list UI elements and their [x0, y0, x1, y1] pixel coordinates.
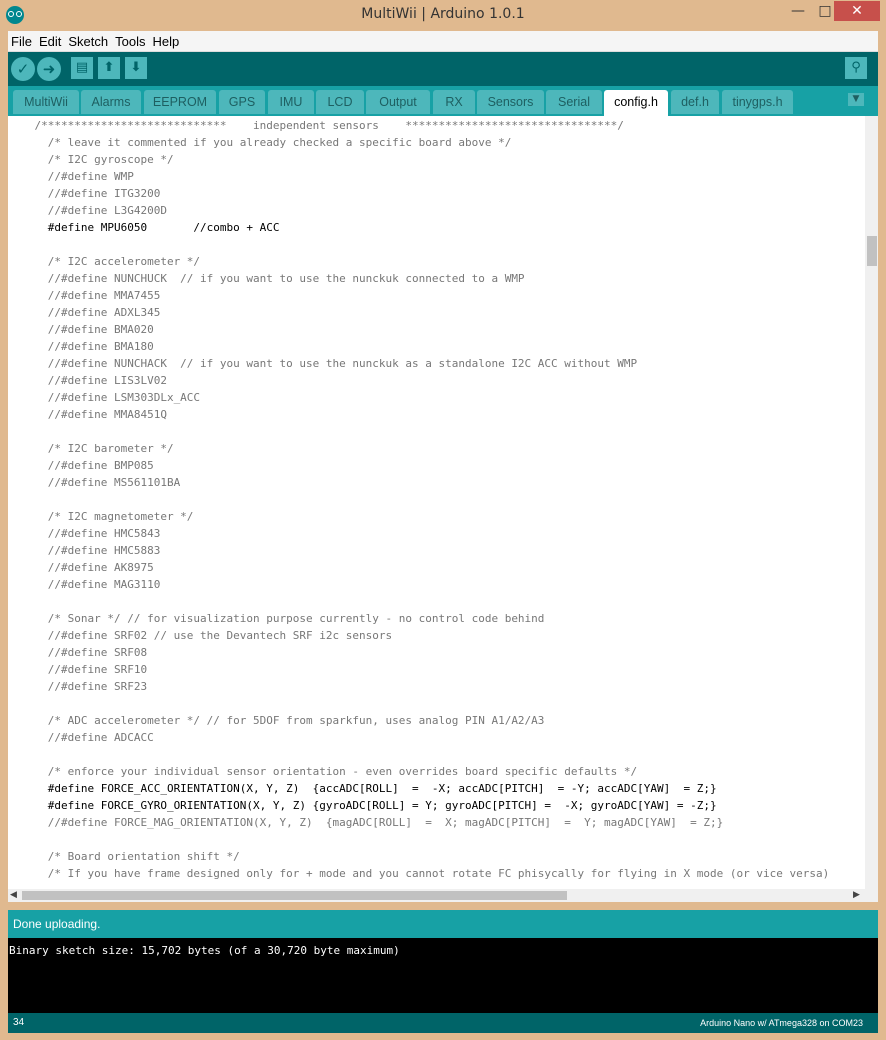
status-message: Done uploading. — [13, 917, 101, 931]
tab-bar: MultiWii Alarms EEPROM GPS IMU LCD Outpu… — [8, 86, 878, 116]
horizontal-scrollbar[interactable]: ◀ ▶ — [8, 889, 878, 902]
vertical-scroll-thumb[interactable] — [867, 236, 877, 266]
code-line: //#define BMP085 — [8, 459, 154, 472]
tab-eeprom[interactable]: EEPROM — [144, 90, 216, 114]
arrow-right-icon: ➜ — [42, 60, 56, 78]
minimize-button[interactable]: — — [791, 1, 805, 21]
save-button[interactable]: ⬇ — [125, 57, 147, 79]
menu-help[interactable]: Help — [149, 32, 183, 49]
code-line: //#define SRF23 — [8, 680, 148, 693]
code-line: //#define LSM303DLx_ACC — [8, 391, 201, 404]
code-line: //#define WMP — [8, 170, 134, 183]
code-line: /* I2C barometer */ — [8, 442, 174, 455]
vertical-scrollbar[interactable] — [865, 116, 878, 889]
code-line: //#define LIS3LV02 — [8, 374, 167, 387]
console-text: Binary sketch size: 15,702 bytes (of a 3… — [9, 944, 400, 957]
save-arrow-down-icon: ⬇ — [130, 60, 142, 75]
code-line: /* ADC accelerometer */ // for 5DOF from… — [8, 714, 545, 727]
code-line: //#define BMA020 — [8, 323, 154, 336]
scroll-left-icon[interactable]: ◀ — [10, 890, 17, 900]
tab-alarms[interactable]: Alarms — [81, 90, 141, 114]
code-line: #define FORCE_ACC_ORIENTATION(X, Y, Z) {… — [8, 782, 717, 795]
code-line: //#define MS561101BA — [8, 476, 181, 489]
open-arrow-up-icon: ⬆ — [103, 60, 115, 75]
code-line: //#define HMC5843 — [8, 527, 161, 540]
code-line: /* leave it commented if you already che… — [8, 136, 512, 149]
status-bar: Done uploading. — [8, 910, 878, 938]
title-bar: MultiWii | Arduino 1.0.1 — □ ✕ — [0, 0, 886, 31]
code-line: /* I2C accelerometer */ — [8, 255, 201, 268]
menu-sketch[interactable]: Sketch — [65, 32, 112, 49]
new-button[interactable]: ▤ — [71, 57, 93, 79]
verify-button[interactable]: ✓ — [11, 57, 35, 81]
code-line: //#define SRF02 // use the Devantech SRF… — [8, 629, 393, 642]
upload-button[interactable]: ➜ — [37, 57, 61, 81]
tab-output[interactable]: Output — [366, 90, 430, 114]
code-line: //#define HMC5883 — [8, 544, 161, 557]
close-button[interactable]: ✕ — [834, 1, 880, 21]
code-line: /* I2C gyroscope */ — [8, 153, 174, 166]
code-line: //#define AK8975 — [8, 561, 154, 574]
menu-tools[interactable]: Tools — [112, 32, 149, 49]
menu-bar: File Edit Sketch Tools Help — [8, 31, 878, 52]
serial-monitor-icon: ⚲ — [851, 60, 861, 75]
code-line: //#define ADXL345 — [8, 306, 161, 319]
code-line: /* Sonar */ // for visualization purpose… — [8, 612, 545, 625]
maximize-button[interactable]: □ — [818, 1, 832, 21]
code-line: //#define MMA7455 — [8, 289, 161, 302]
code-line: //#define MAG3110 — [8, 578, 161, 591]
code-line: /* If you have frame designed only for +… — [8, 867, 830, 880]
menu-file[interactable]: File — [8, 32, 36, 49]
code-line: #define FORCE_GYRO_ORIENTATION(X, Y, Z) … — [8, 799, 717, 812]
tab-lcd[interactable]: LCD — [316, 90, 364, 114]
board-info: Arduino Nano w/ ATmega328 on COM23 — [700, 1018, 863, 1028]
chevron-down-icon: ▼ — [852, 94, 860, 104]
tab-config-h[interactable]: config.h — [604, 90, 668, 116]
code-line: //#define SRF08 — [8, 646, 148, 659]
code-line: //#define L3G4200D — [8, 204, 167, 217]
new-document-icon: ▤ — [75, 60, 89, 75]
scroll-right-icon[interactable]: ▶ — [853, 890, 860, 900]
tab-serial[interactable]: Serial — [546, 90, 602, 114]
code-line: //#define FORCE_MAG_ORIENTATION(X, Y, Z)… — [8, 816, 724, 829]
footer-bar: 34 Arduino Nano w/ ATmega328 on COM23 — [8, 1013, 878, 1033]
tab-tinygps-h[interactable]: tinygps.h — [722, 90, 793, 114]
code-line: //#define ADCACC — [8, 731, 154, 744]
arduino-ide-window: MultiWii | Arduino 1.0.1 — □ ✕ File Edit S… — [0, 0, 886, 1040]
code-line: /* Board orientation shift */ — [8, 850, 240, 863]
code-line: //#define SRF10 — [8, 663, 148, 676]
toolbar: ✓ ➜ ▤ ⬆ ⬇ ⚲ — [8, 52, 878, 86]
tab-multiwii[interactable]: MultiWii — [13, 90, 79, 114]
code-line: /* I2C magnetometer */ — [8, 510, 194, 523]
code-line: //#define BMA180 — [8, 340, 154, 353]
tab-imu[interactable]: IMU — [268, 90, 314, 114]
code-line: /* enforce your individual sensor orient… — [8, 765, 638, 778]
tab-rx[interactable]: RX — [433, 90, 475, 114]
check-icon: ✓ — [16, 60, 30, 78]
tab-menu-button[interactable]: ▼ — [848, 93, 864, 106]
tab-def-h[interactable]: def.h — [671, 90, 719, 114]
open-button[interactable]: ⬆ — [98, 57, 120, 79]
tab-gps[interactable]: GPS — [219, 90, 265, 114]
console-output: Binary sketch size: 15,702 bytes (of a 3… — [8, 938, 878, 1013]
code-editor[interactable]: /**************************** independen… — [8, 116, 865, 889]
horizontal-scroll-thumb[interactable] — [22, 891, 567, 900]
tab-sensors[interactable]: Sensors — [477, 90, 544, 114]
window-title: MultiWii | Arduino 1.0.1 — [361, 6, 525, 22]
serial-monitor-button[interactable]: ⚲ — [845, 57, 867, 79]
code-line: //#define ITG3200 — [8, 187, 161, 200]
code-line: //#define NUNCHUCK // if you want to use… — [8, 272, 525, 285]
code-line: //#define NUNCHACK // if you want to use… — [8, 357, 638, 370]
line-number: 34 — [13, 1017, 25, 1028]
code-line: //#define MMA8451Q — [8, 408, 167, 421]
code-line: #define MPU6050 //combo + ACC — [8, 221, 280, 234]
menu-edit[interactable]: Edit — [36, 32, 65, 49]
code-line: /**************************** independen… — [8, 119, 624, 132]
